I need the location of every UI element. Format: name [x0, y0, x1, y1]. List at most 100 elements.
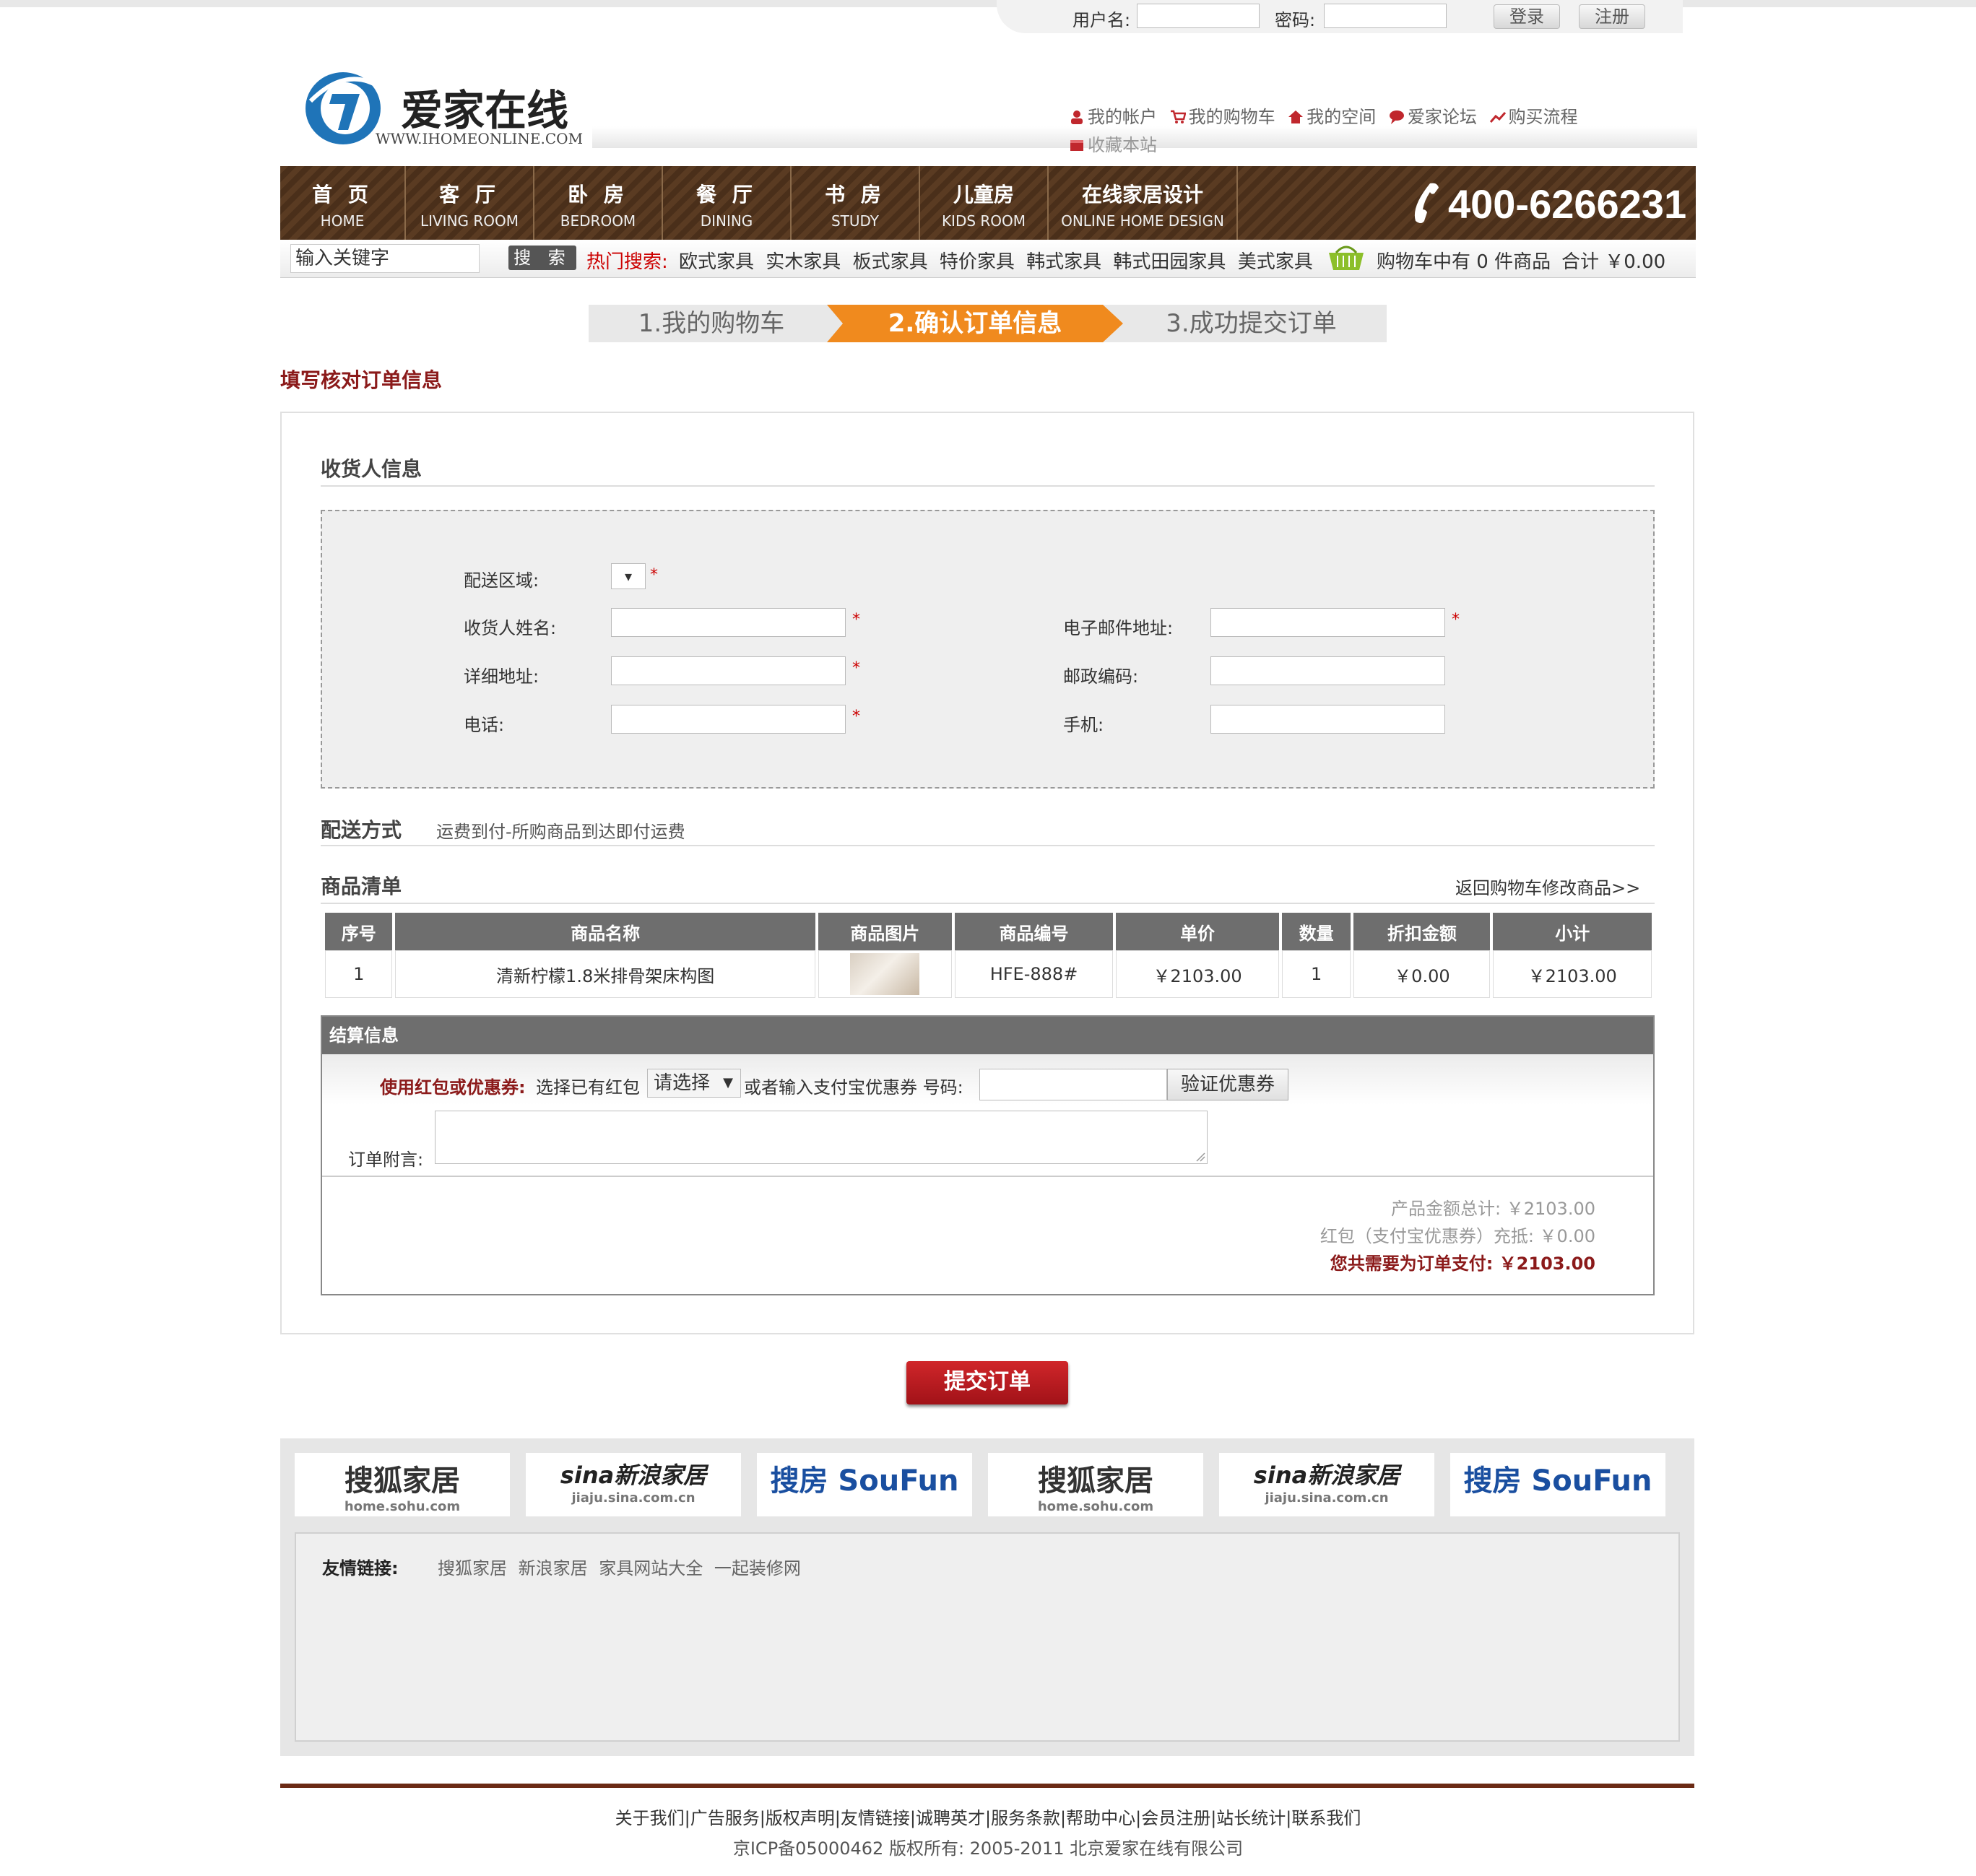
mobile-input[interactable] [1210, 705, 1445, 734]
nav-living-room[interactable]: 客 厅 LIVING ROOM [406, 166, 534, 240]
footer-links[interactable]: 关于我们|广告服务|版权声明|友情链接|诚聘英才|服务条款|帮助中心|会员注册|… [0, 1804, 1976, 1829]
partner-url: jiaju.sina.com.cn [1265, 1490, 1389, 1506]
friend-link[interactable]: 新浪家居 [519, 1558, 588, 1578]
cell-product-name[interactable]: 清新柠檬1.8米排骨架床构图 [395, 950, 815, 998]
area-select[interactable]: ▾ [611, 563, 646, 589]
partner-logo-sohu[interactable]: 搜狐家居 home.sohu.com [988, 1453, 1203, 1516]
receiver-name-input[interactable] [611, 608, 846, 637]
partner-url: jiaju.sina.com.cn [571, 1490, 696, 1506]
quick-link-process[interactable]: 购买流程 [1489, 107, 1578, 127]
bookmark-icon [1070, 140, 1083, 151]
hot-term[interactable]: 韩式田园家具 [1113, 251, 1226, 273]
product-thumbnail[interactable] [850, 953, 920, 995]
partner-logo-sina[interactable]: sina新浪家居 jiaju.sina.com.cn [1219, 1453, 1434, 1516]
goods-table: 序号 商品名称 商品图片 商品编号 单价 数量 折扣金额 小计 1 清新柠檬1.… [322, 913, 1655, 998]
username-input[interactable] [1137, 4, 1260, 28]
quick-link-bookmark[interactable]: 收藏本站 [1069, 135, 1157, 155]
coupon-select[interactable]: 请选择 ▼ [647, 1069, 741, 1098]
choose-coupon-text: 选择已有红包 [536, 1077, 640, 1098]
required-mark: * [852, 611, 860, 629]
verify-coupon-button[interactable]: 验证优惠券 [1167, 1069, 1288, 1100]
hot-term[interactable]: 特价家具 [940, 251, 1015, 273]
search-input[interactable]: 输入关键字 [290, 244, 480, 273]
receiver-section-title: 收货人信息 [321, 457, 422, 481]
zip-input[interactable] [1210, 656, 1445, 685]
email-input[interactable] [1210, 608, 1445, 637]
column-header: 单价 [1116, 913, 1279, 950]
step-done: 3.成功提交订单 [1166, 309, 1337, 338]
chat-bubble-icon [1389, 110, 1404, 124]
submit-order-button[interactable]: 提交订单 [906, 1361, 1068, 1404]
nav-home[interactable]: 首 页 HOME [280, 166, 406, 240]
friend-link[interactable]: 搜狐家居 [438, 1558, 507, 1578]
settlement-title: 结算信息 [322, 1017, 1653, 1054]
address-input[interactable] [611, 656, 846, 685]
column-header: 商品图片 [818, 913, 952, 950]
cell-code: HFE-888# [954, 950, 1114, 998]
partner-logo-soufun[interactable]: 搜房 SouFun [757, 1453, 972, 1516]
partner-logo-sohu[interactable]: 搜狐家居 home.sohu.com [295, 1453, 510, 1516]
resize-handle-icon[interactable] [1195, 1152, 1205, 1162]
friend-link[interactable]: 一起装修网 [714, 1558, 801, 1578]
hotline-number: 400-6266231 [1448, 181, 1687, 227]
order-note-textarea[interactable] [435, 1111, 1208, 1164]
partner-url: home.sohu.com [344, 1499, 461, 1514]
cart-total: 合计 ￥0.00 [1561, 251, 1666, 273]
password-input[interactable] [1324, 4, 1447, 28]
nav-kids-room[interactable]: 儿童房 KIDS ROOM [920, 166, 1049, 240]
username-label: 用户名: [1072, 10, 1131, 30]
register-button[interactable]: 注册 [1579, 4, 1645, 29]
area-label: 配送区域: [464, 570, 540, 591]
cell-subtotal: ￥2103.00 [1493, 950, 1652, 998]
phone-icon [1414, 183, 1439, 223]
cart-summary: 购物车中有 0 件商品 [1377, 251, 1551, 273]
partner-name: 搜狐家居 [344, 1464, 460, 1498]
nav-study[interactable]: 书 房 STUDY [792, 166, 920, 240]
login-bar: 用户名: 密码: 登录 注册 [997, 0, 1683, 33]
nav-label-en: DINING [700, 212, 753, 230]
coupon-code-input[interactable] [979, 1069, 1167, 1100]
copyright: 京ICP备05000462 版权所有: 2005-2011 北京爱家在线有限公司 [732, 1838, 1244, 1859]
partner-logo-soufun[interactable]: 搜房 SouFun [1450, 1453, 1665, 1516]
quick-link-label: 收藏本站 [1088, 135, 1157, 155]
nav-label-cn: 在线家居设计 [1081, 183, 1203, 207]
site-logo[interactable]: 爱家在线 WWW.IHOMEONLINE.COM [303, 58, 592, 152]
brand-url: WWW.IHOMEONLINE.COM [376, 130, 584, 147]
hot-term[interactable]: 欧式家具 [679, 251, 754, 273]
quick-link-cart[interactable]: 我的购物车 [1170, 107, 1275, 127]
hot-term[interactable]: 实木家具 [766, 251, 841, 273]
quick-link-account[interactable]: 我的帐户 [1069, 107, 1157, 127]
search-button[interactable]: 搜 索 [508, 246, 576, 270]
partner-logo-sina[interactable]: sina新浪家居 jiaju.sina.com.cn [526, 1453, 741, 1516]
trend-icon [1489, 112, 1506, 123]
password-label: 密码: [1275, 10, 1316, 30]
shipping-method: 运费到付-所购商品到达即付运费 [436, 822, 685, 842]
nav-label-en: KIDS ROOM [941, 212, 1026, 230]
phone-input[interactable] [611, 705, 846, 734]
nav-label-cn: 餐 厅 [696, 183, 757, 207]
hot-term[interactable]: 韩式家具 [1026, 251, 1101, 273]
shopping-basket-icon[interactable] [1326, 244, 1366, 272]
nav-label-cn: 儿童房 [953, 183, 1014, 207]
quick-link-forum[interactable]: 爱家论坛 [1389, 107, 1477, 127]
checkout-steps: 1.我的购物车 2.确认订单信息 3.成功提交订单 [589, 305, 1387, 342]
settlement-panel: 结算信息 使用红包或优惠券: 选择已有红包 请选择 ▼ 或者输入支付宝优惠券 号… [321, 1015, 1655, 1295]
hot-term[interactable]: 板式家具 [853, 251, 928, 273]
quick-link-space[interactable]: 我的空间 [1288, 107, 1376, 127]
nav-label-cn: 卧 房 [568, 183, 628, 207]
friend-link[interactable]: 家具网站大全 [599, 1558, 703, 1578]
login-button[interactable]: 登录 [1494, 4, 1560, 29]
nav-bedroom[interactable]: 卧 房 BEDROOM [534, 166, 663, 240]
step-confirm-active: 2.确认订单信息 [827, 305, 1123, 342]
shipping-label: 配送方式 [321, 818, 402, 842]
goods-section-title: 商品清单 [321, 874, 402, 898]
address-label: 详细地址: [464, 666, 540, 687]
nav-label-en: HOME [320, 212, 365, 230]
nav-label-cn: 书 房 [825, 183, 885, 207]
hot-term[interactable]: 美式家具 [1238, 251, 1313, 273]
nav-online-design[interactable]: 在线家居设计 ONLINE HOME DESIGN [1049, 166, 1238, 240]
divider [321, 845, 1655, 846]
back-to-cart-link[interactable]: 返回购物车修改商品>> [1455, 874, 1640, 899]
or-input-coupon-text: 或者输入支付宝优惠券 号码: [744, 1077, 963, 1098]
nav-dining[interactable]: 餐 厅 DINING [663, 166, 792, 240]
